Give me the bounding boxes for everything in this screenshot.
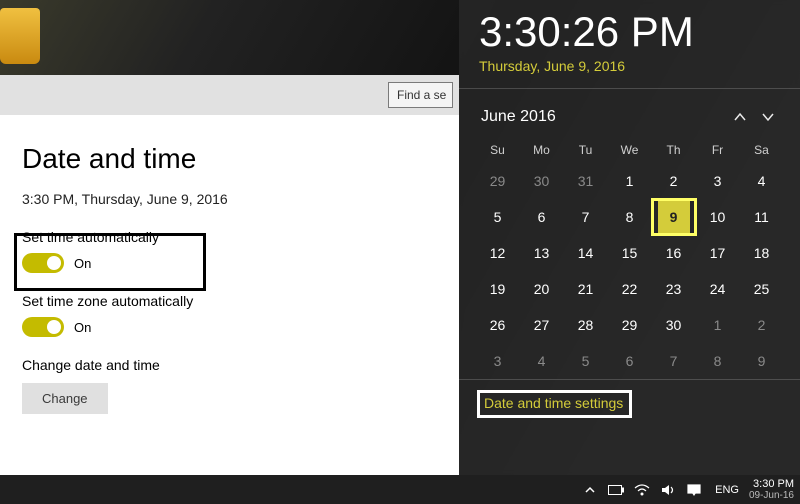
- calendar-dow: Mo: [520, 137, 564, 163]
- prev-month-button[interactable]: [726, 103, 754, 131]
- battery-icon[interactable]: [607, 481, 625, 499]
- calendar-day[interactable]: 2: [740, 307, 784, 343]
- tray-overflow-icon[interactable]: [581, 481, 599, 499]
- calendar-day[interactable]: 11: [740, 199, 784, 235]
- calendar-day[interactable]: 1: [608, 163, 652, 199]
- calendar-day[interactable]: 26: [476, 307, 520, 343]
- calendar-day[interactable]: 18: [740, 235, 784, 271]
- calendar-day[interactable]: 7: [564, 199, 608, 235]
- flyout-date[interactable]: Thursday, June 9, 2016: [479, 58, 780, 74]
- calendar-day[interactable]: 23: [652, 271, 696, 307]
- calendar-dow: Th: [652, 137, 696, 163]
- auto-tz-label: Set time zone automatically: [22, 293, 459, 309]
- calendar-day[interactable]: 6: [608, 343, 652, 379]
- search-placeholder: Find a se: [397, 88, 446, 102]
- calendar-day[interactable]: 17: [696, 235, 740, 271]
- calendar-day[interactable]: 31: [564, 163, 608, 199]
- auto-time-label: Set time automatically: [22, 229, 459, 245]
- calendar-day[interactable]: 5: [564, 343, 608, 379]
- calendar-day[interactable]: 30: [652, 307, 696, 343]
- auto-tz-block: Set time zone automatically On: [22, 293, 459, 337]
- calendar-day[interactable]: 29: [608, 307, 652, 343]
- calendar-day[interactable]: 25: [740, 271, 784, 307]
- calendar-day[interactable]: 8: [696, 343, 740, 379]
- calendar-day[interactable]: 21: [564, 271, 608, 307]
- wifi-icon[interactable]: [633, 481, 651, 499]
- calendar-day[interactable]: 3: [476, 343, 520, 379]
- auto-time-toggle[interactable]: [22, 253, 64, 273]
- calendar-day[interactable]: 15: [608, 235, 652, 271]
- calendar-day[interactable]: 16: [652, 235, 696, 271]
- action-center-icon[interactable]: [685, 481, 703, 499]
- taskbar-clock[interactable]: 3:30 PM 09-Jun-16: [749, 478, 796, 502]
- change-dt-block: Change date and time Change: [22, 357, 459, 414]
- change-button[interactable]: Change: [22, 383, 108, 414]
- change-dt-label: Change date and time: [22, 357, 459, 373]
- calendar-dow: Fr: [696, 137, 740, 163]
- calendar-header: June 2016: [459, 89, 800, 137]
- system-tray: ENG: [581, 481, 743, 499]
- calendar-day[interactable]: 30: [520, 163, 564, 199]
- language-indicator[interactable]: ENG: [711, 484, 743, 496]
- calendar-day[interactable]: 29: [476, 163, 520, 199]
- calendar-day[interactable]: 19: [476, 271, 520, 307]
- calendar-day[interactable]: 4: [740, 163, 784, 199]
- calendar-dow: We: [608, 137, 652, 163]
- flyout-time: 3:30:26 PM: [479, 8, 780, 56]
- date-time-settings-link[interactable]: Date and time settings: [477, 390, 632, 418]
- calendar-day[interactable]: 27: [520, 307, 564, 343]
- calendar-day[interactable]: 28: [564, 307, 608, 343]
- calendar-day[interactable]: 24: [696, 271, 740, 307]
- auto-tz-toggle[interactable]: [22, 317, 64, 337]
- calendar-day[interactable]: 8: [608, 199, 652, 235]
- next-month-button[interactable]: [754, 103, 782, 131]
- calendar-day[interactable]: 2: [652, 163, 696, 199]
- calendar-day[interactable]: 22: [608, 271, 652, 307]
- settings-header-bar: Find a se: [0, 75, 459, 115]
- calendar-day[interactable]: 4: [520, 343, 564, 379]
- taskbar-date: 09-Jun-16: [749, 490, 794, 502]
- auto-time-block: Set time automatically On: [22, 229, 459, 273]
- page-title: Date and time: [22, 143, 459, 175]
- calendar-dow: Sa: [740, 137, 784, 163]
- calendar-grid: SuMoTuWeThFrSa29303112345678910111213141…: [459, 137, 800, 379]
- calendar-day[interactable]: 3: [696, 163, 740, 199]
- current-datetime: 3:30 PM, Thursday, June 9, 2016: [22, 191, 459, 207]
- calendar-month-label[interactable]: June 2016: [481, 108, 726, 126]
- clock-calendar-flyout: 3:30:26 PM Thursday, June 9, 2016 June 2…: [459, 0, 800, 475]
- desktop-photo-glass: [0, 8, 40, 64]
- calendar-dow: Tu: [564, 137, 608, 163]
- taskbar-time: 3:30 PM: [749, 478, 794, 490]
- calendar-day[interactable]: 10: [696, 199, 740, 235]
- auto-tz-state: On: [74, 320, 91, 335]
- settings-panel: Date and time 3:30 PM, Thursday, June 9,…: [0, 115, 459, 475]
- calendar-day-today[interactable]: 9: [652, 199, 696, 235]
- calendar-day[interactable]: 9: [740, 343, 784, 379]
- calendar-day[interactable]: 12: [476, 235, 520, 271]
- calendar-day[interactable]: 1: [696, 307, 740, 343]
- calendar-dow: Su: [476, 137, 520, 163]
- calendar-day[interactable]: 13: [520, 235, 564, 271]
- calendar-day[interactable]: 6: [520, 199, 564, 235]
- calendar-day[interactable]: 7: [652, 343, 696, 379]
- volume-icon[interactable]: [659, 481, 677, 499]
- calendar-day[interactable]: 20: [520, 271, 564, 307]
- taskbar: ENG 3:30 PM 09-Jun-16: [0, 475, 800, 504]
- calendar-day[interactable]: 14: [564, 235, 608, 271]
- settings-search-input[interactable]: Find a se: [388, 82, 453, 108]
- calendar-day[interactable]: 5: [476, 199, 520, 235]
- auto-time-state: On: [74, 256, 91, 271]
